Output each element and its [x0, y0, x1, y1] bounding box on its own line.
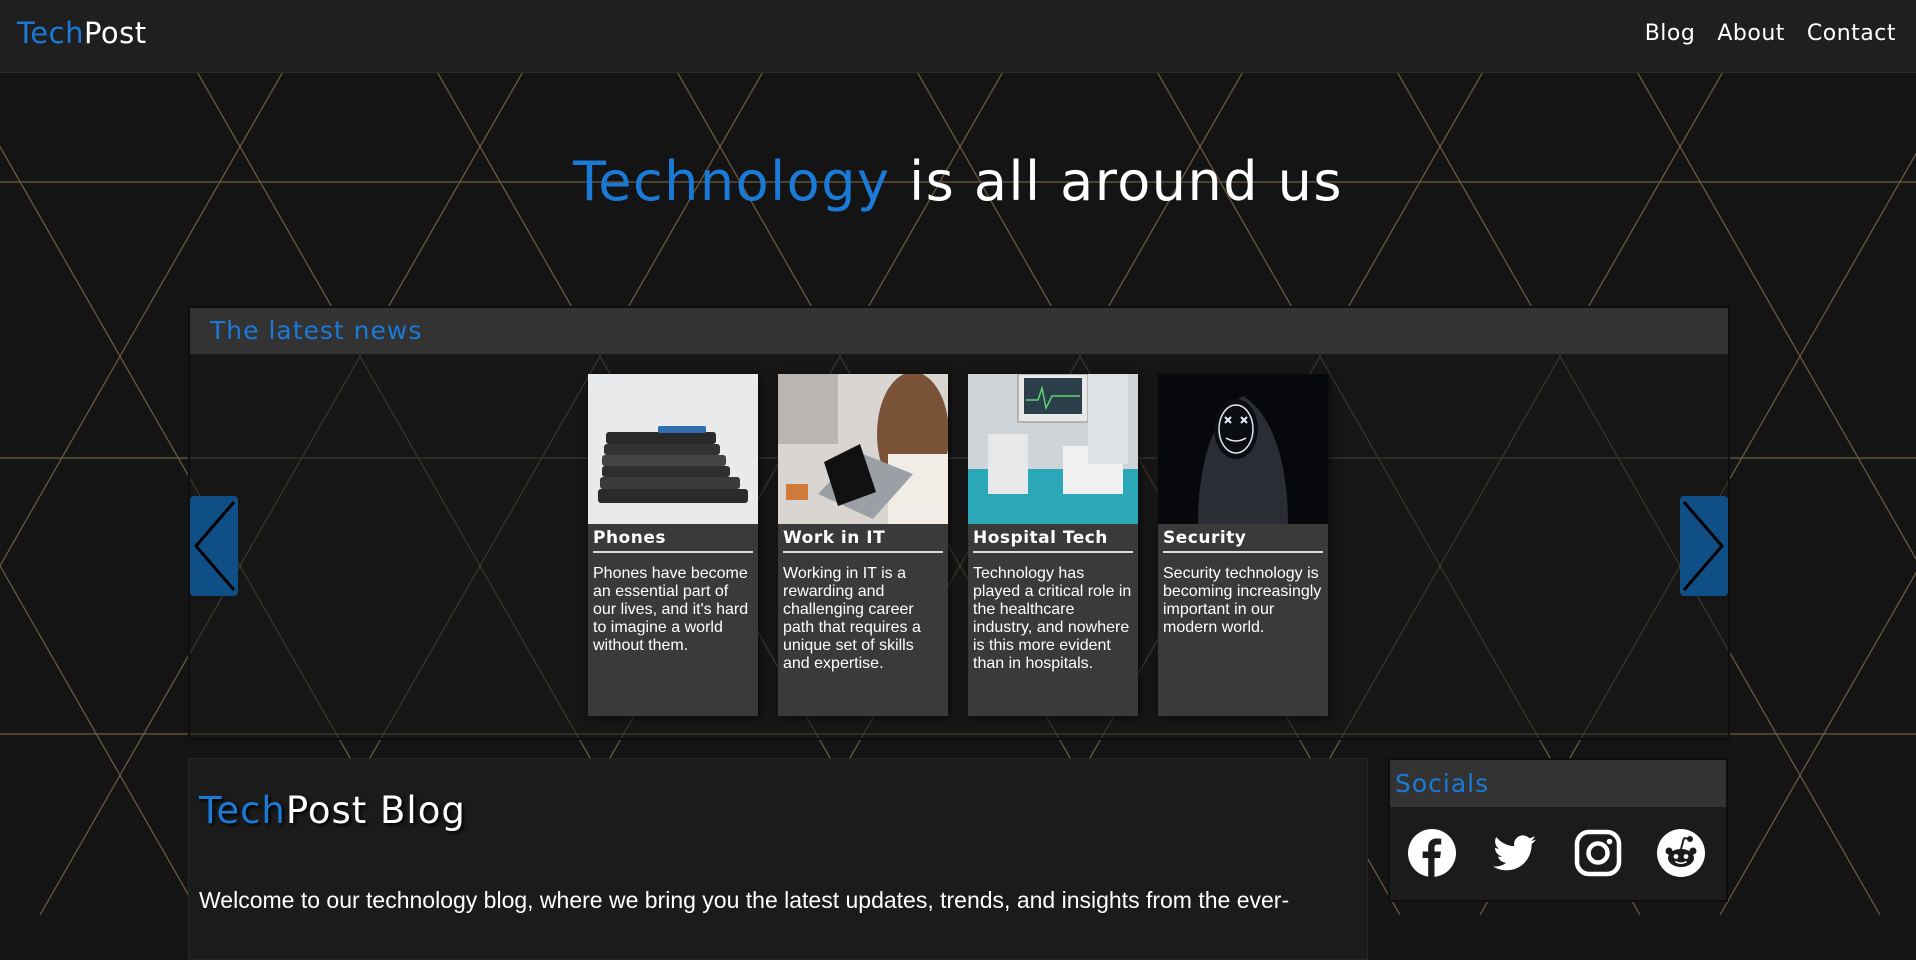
chevron-left-icon — [194, 501, 236, 591]
nav-link-contact[interactable]: Contact — [1807, 21, 1896, 46]
hero-heading: Technology is all around us — [0, 150, 1916, 213]
brand-part-post: Post — [83, 16, 147, 50]
news-card-work-in-it[interactable]: Work in IT Working in IT is a rewarding … — [778, 374, 948, 716]
carousel-next-button[interactable] — [1680, 496, 1728, 596]
reddit-icon[interactable] — [1656, 828, 1706, 878]
blog-intro-text: Welcome to our technology blog, where we… — [199, 887, 1290, 913]
socials-header: Socials — [1390, 760, 1726, 808]
blog-section: TechPost Blog Welcome to our technology … — [188, 758, 1368, 960]
social-icons — [1407, 828, 1706, 878]
hospital-tech-image — [968, 374, 1138, 524]
card-text: Security technology is becoming increasi… — [1163, 565, 1322, 636]
latest-news-header: The latest news — [190, 308, 1728, 355]
blog-title-rest: Post Blog — [285, 789, 466, 832]
news-card-security[interactable]: Security Security technology is becoming… — [1158, 374, 1328, 716]
carousel-prev-button[interactable] — [190, 496, 238, 596]
socials-panel: Socials — [1388, 758, 1728, 902]
instagram-icon[interactable] — [1573, 828, 1623, 878]
card-text: Technology has played a critical role in… — [973, 565, 1132, 672]
socials-title: Socials — [1395, 769, 1490, 798]
card-text: Phones have become an essential part of … — [593, 565, 749, 654]
card-title: Phones — [593, 528, 753, 553]
phones-image — [588, 374, 758, 524]
chevron-right-icon — [1682, 501, 1724, 591]
latest-news-title: The latest news — [210, 316, 423, 345]
news-card-hospital-tech[interactable]: Hospital Tech Technology has played a cr… — [968, 374, 1138, 716]
hero-rest: is all around us — [890, 150, 1344, 213]
news-card-phones[interactable]: Phones Phones have become an essential p… — [588, 374, 758, 716]
twitter-icon[interactable] — [1490, 828, 1540, 878]
hero-highlight: Technology — [572, 150, 891, 213]
nav-links: Blog About Contact — [1645, 21, 1896, 46]
brand-logo[interactable]: TechPost — [17, 16, 147, 50]
nav-link-about[interactable]: About — [1717, 21, 1785, 46]
card-text: Working in IT is a rewarding and challen… — [783, 565, 921, 672]
card-title: Security — [1163, 528, 1323, 553]
card-title: Hospital Tech — [973, 528, 1133, 553]
security-image — [1158, 374, 1328, 524]
latest-news-panel: The latest news Phones Phones have becom… — [188, 306, 1730, 740]
brand-part-tech: Tech — [17, 16, 84, 50]
card-title: Work in IT — [783, 528, 943, 553]
blog-title-tech: Tech — [199, 789, 286, 832]
blog-title: TechPost Blog — [199, 789, 466, 832]
nav-link-blog[interactable]: Blog — [1645, 21, 1696, 46]
work-in-it-image — [778, 374, 948, 524]
navbar: TechPost Blog About Contact — [0, 0, 1916, 73]
news-cards: Phones Phones have become an essential p… — [588, 374, 1328, 716]
facebook-icon[interactable] — [1407, 828, 1457, 878]
